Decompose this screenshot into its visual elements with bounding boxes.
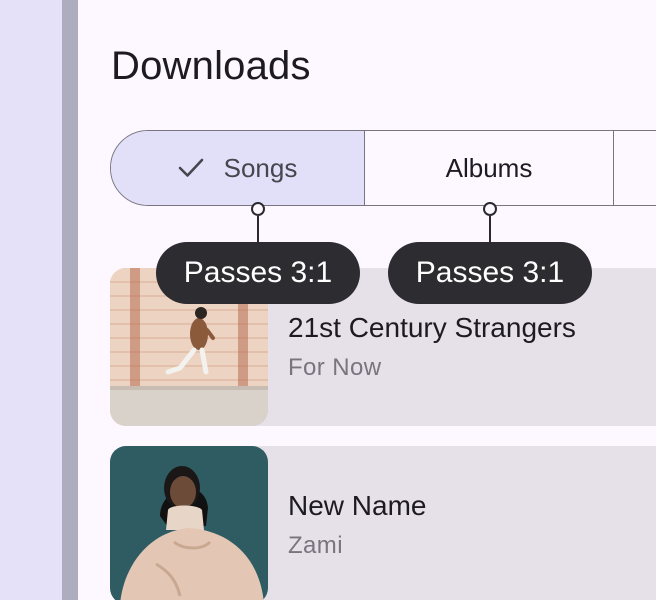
page-title: Downloads — [111, 44, 311, 88]
annotation-stem-songs — [257, 216, 259, 242]
segment-songs[interactable]: Songs — [111, 131, 365, 205]
annotation-badge-songs: Passes 3:1 — [156, 242, 360, 304]
segment-third[interactable] — [614, 131, 656, 205]
annotation-pin-albums — [483, 202, 497, 216]
annotation-pin-songs — [251, 202, 265, 216]
segment-albums-label: Albums — [445, 152, 533, 183]
annotation-stem-albums — [489, 216, 491, 242]
song-artist: Zami — [288, 532, 343, 559]
check-icon — [178, 158, 203, 177]
downloads-pane: Downloads Songs Albums Passes 3:1 Passes… — [78, 0, 656, 600]
album-art-image — [110, 446, 268, 600]
annotation-badge-albums: Passes 3:1 — [388, 242, 592, 304]
segmented-button-group: Songs Albums — [110, 130, 656, 206]
pane-divider[interactable] — [62, 0, 78, 600]
navigation-pane — [0, 0, 62, 600]
segment-songs-label: Songs — [223, 152, 298, 183]
song-title: New Name — [288, 490, 427, 521]
song-title: 21st Century Strangers — [288, 312, 576, 343]
segment-albums[interactable]: Albums — [365, 131, 614, 205]
app-window: Downloads Songs Albums Passes 3:1 Passes… — [0, 0, 656, 600]
song-artist: For Now — [288, 354, 382, 381]
list-item[interactable]: New Name Zami — [110, 446, 656, 600]
